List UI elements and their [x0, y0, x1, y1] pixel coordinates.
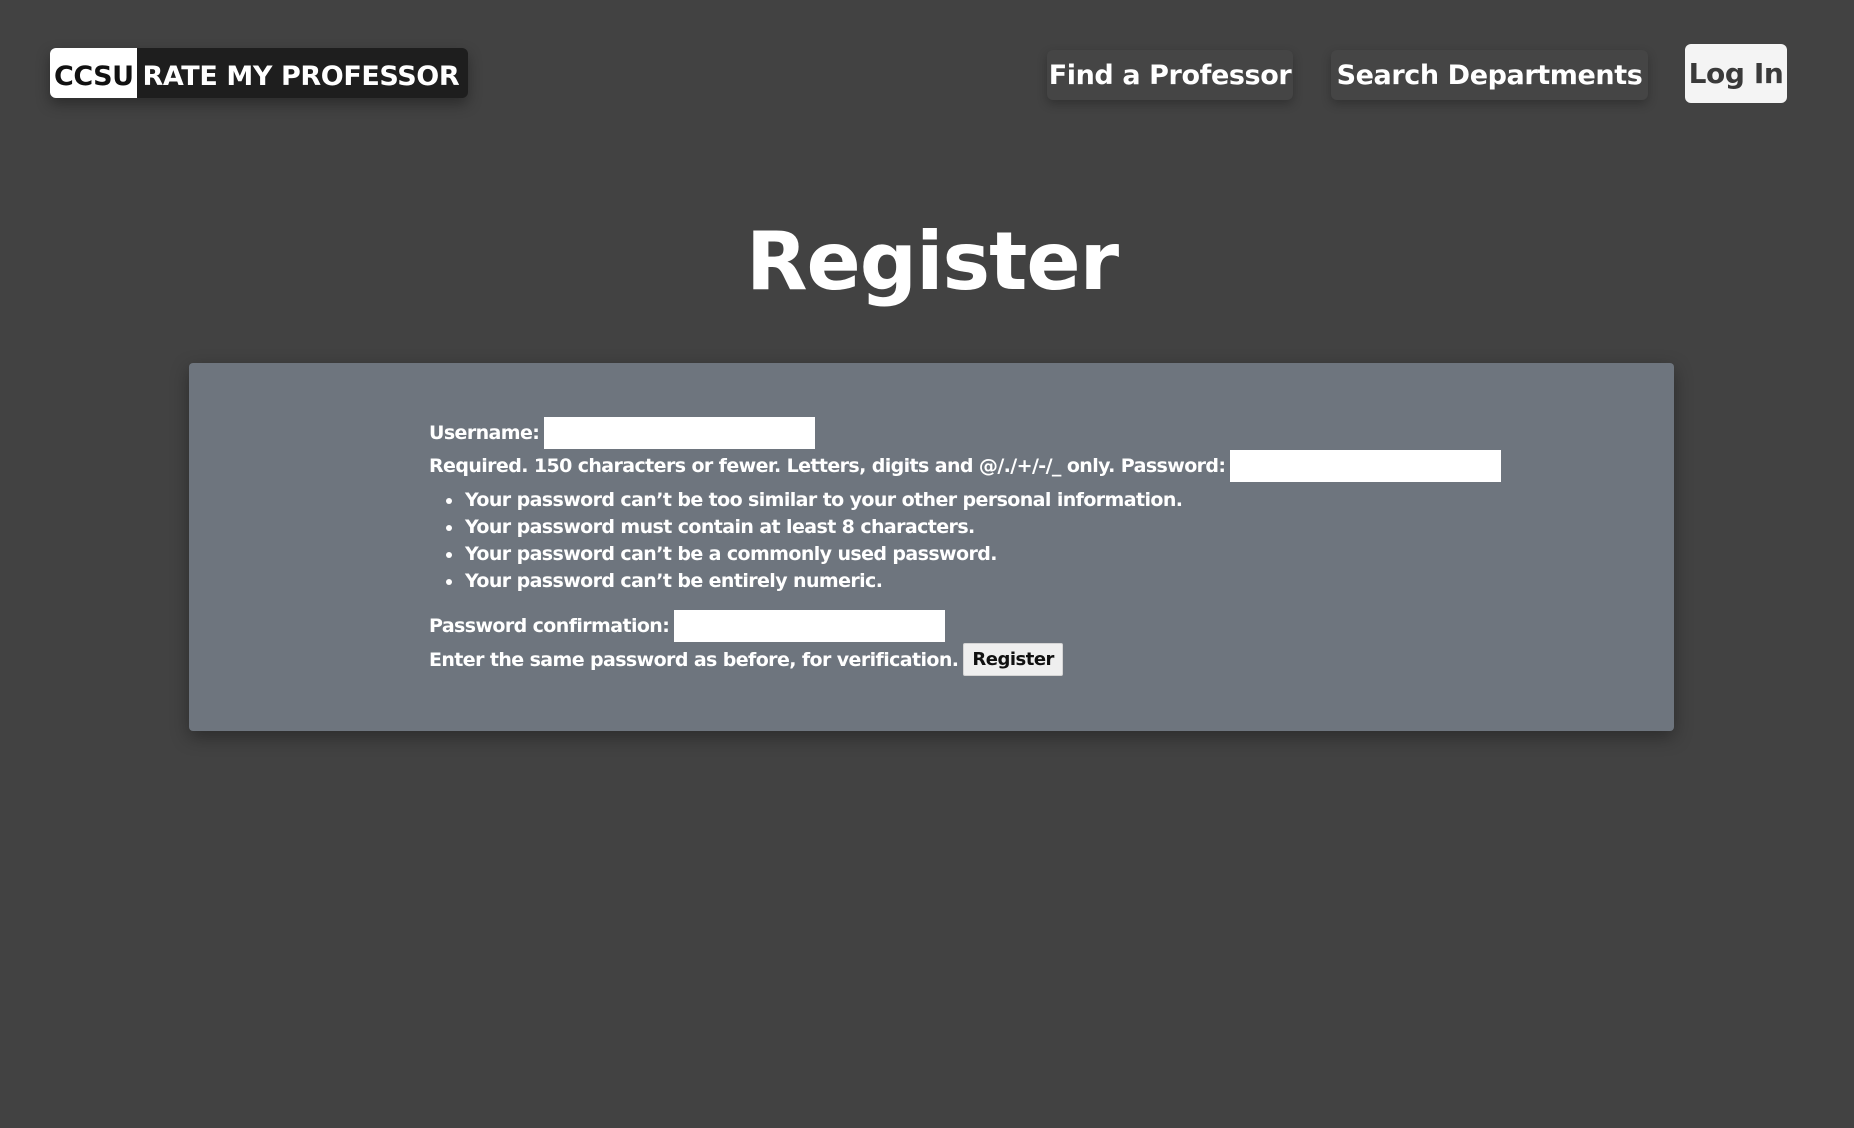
username-row: Username:	[429, 417, 816, 449]
username-help-text: Required. 150 characters or fewer. Lette…	[429, 455, 1115, 477]
nav-find-professor[interactable]: Find a Professor	[1047, 50, 1293, 100]
register-card: Username: Required. 150 characters or fe…	[189, 363, 1674, 731]
confirmation-label: Password confirmation:	[429, 615, 670, 637]
password-hint: Your password can’t be too similar to yo…	[445, 487, 1183, 514]
password-hints-list: Your password can’t be too similar to yo…	[429, 487, 1183, 595]
register-submit-button[interactable]: Register	[963, 643, 1063, 676]
password-hint: Your password must contain at least 8 ch…	[445, 514, 1182, 541]
confirmation-help-row: Enter the same password as before, for v…	[429, 643, 1063, 676]
page-title: Register	[745, 215, 1119, 308]
password-label: Password:	[1120, 455, 1226, 477]
password-hint: Your password can’t be entirely numeric.	[445, 568, 1182, 595]
username-label: Username:	[429, 422, 540, 444]
username-input[interactable]	[544, 417, 816, 449]
password-confirmation-input[interactable]	[674, 610, 946, 642]
confirmation-help-text: Enter the same password as before, for v…	[429, 648, 959, 671]
username-help-row: Required. 150 characters or fewer. Lette…	[429, 450, 1502, 482]
login-button[interactable]: Log In	[1685, 44, 1787, 103]
password-input[interactable]	[1230, 450, 1502, 482]
confirmation-row: Password confirmation:	[429, 610, 946, 642]
password-hint: Your password can’t be a commonly used p…	[445, 541, 1182, 568]
nav-search-departments[interactable]: Search Departments	[1331, 50, 1648, 100]
top-nav: Find a Professor Search Departments Log …	[0, 44, 1854, 104]
